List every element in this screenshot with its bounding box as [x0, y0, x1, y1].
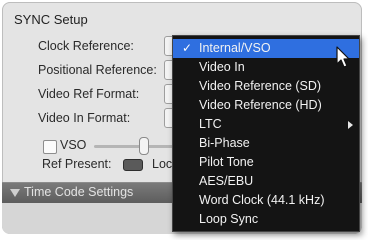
lock-label: Loc — [152, 157, 173, 171]
clock-reference-label: Clock Reference: — [38, 39, 134, 53]
menu-item-label: Bi-Phase — [199, 136, 250, 150]
menu-item-label: Video In — [199, 60, 245, 74]
menu-item-video-reference-sd[interactable]: Video Reference (SD) — [173, 77, 359, 96]
menu-item-label: Internal/VSO — [199, 41, 271, 55]
vso-slider-thumb[interactable] — [139, 137, 149, 155]
menu-item-label: Video Reference (HD) — [199, 98, 322, 112]
positional-reference-label: Positional Reference: — [38, 63, 157, 77]
vso-slider-track[interactable] — [94, 145, 174, 148]
menu-item-word-clock[interactable]: Word Clock (44.1 kHz) — [173, 191, 359, 210]
ref-present-indicator — [123, 159, 143, 171]
menu-item-video-reference-hd[interactable]: Video Reference (HD) — [173, 96, 359, 115]
submenu-arrow-icon — [348, 121, 353, 129]
video-in-format-label: Video In Format: — [38, 111, 131, 125]
time-code-settings-title: Time Code Settings — [24, 185, 134, 199]
menu-item-aes-ebu[interactable]: AES/EBU — [173, 172, 359, 191]
mouse-pointer-icon — [336, 46, 350, 68]
menu-item-label: AES/EBU — [199, 174, 254, 188]
vso-label: VSO — [60, 138, 87, 152]
clock-reference-menu: ✓ Internal/VSO Video In Video Reference … — [172, 35, 360, 232]
menu-item-video-in[interactable]: Video In — [173, 58, 359, 77]
menu-item-loop-sync[interactable]: Loop Sync — [173, 210, 359, 229]
menu-item-ltc[interactable]: LTC — [173, 115, 359, 134]
menu-item-label: Word Clock (44.1 kHz) — [199, 193, 325, 207]
menu-item-bi-phase[interactable]: Bi-Phase — [173, 134, 359, 153]
menu-item-label: Loop Sync — [199, 212, 259, 226]
menu-item-label: Pilot Tone — [199, 155, 254, 169]
disclosure-triangle-icon[interactable] — [10, 189, 20, 197]
video-ref-format-label: Video Ref Format: — [38, 87, 140, 101]
menu-item-pilot-tone[interactable]: Pilot Tone — [173, 153, 359, 172]
vso-checkbox[interactable] — [43, 140, 57, 154]
checkmark-icon: ✓ — [182, 41, 193, 55]
ref-present-label: Ref Present: — [42, 157, 112, 171]
menu-item-label: LTC — [199, 117, 222, 131]
sync-setup-title: SYNC Setup — [14, 12, 88, 27]
menu-item-label: Video Reference (SD) — [199, 79, 322, 93]
menu-item-internal-vso[interactable]: ✓ Internal/VSO — [173, 39, 359, 58]
